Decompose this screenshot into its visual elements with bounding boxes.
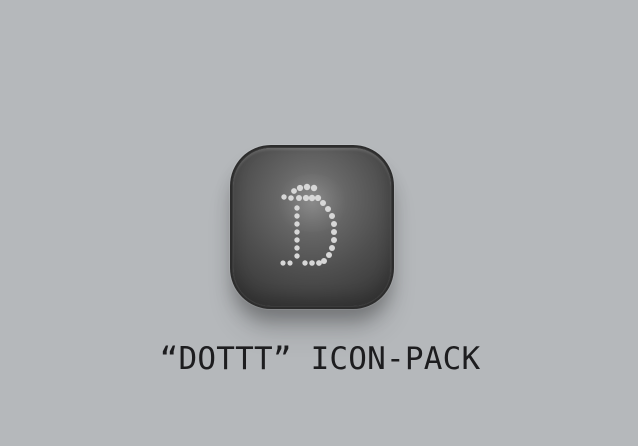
letter-dot — [302, 260, 308, 266]
letter-dot — [329, 213, 335, 219]
letter-dot — [331, 221, 337, 227]
letter-dot — [294, 213, 300, 219]
letter-dot — [320, 200, 326, 206]
letter-dot — [325, 206, 331, 212]
letter-dot — [294, 253, 300, 259]
letter-dot — [287, 260, 293, 266]
letter-dot — [294, 245, 300, 251]
letter-dot — [303, 183, 311, 191]
letter-dot — [294, 237, 300, 243]
letter-dot — [294, 221, 300, 227]
letter-dot — [294, 205, 300, 211]
letter-dot — [326, 252, 332, 258]
letter-dot — [316, 260, 322, 266]
letter-dot — [302, 194, 310, 202]
letter-dot — [280, 260, 286, 266]
icon-pack-caption: “DOTTT” ICON-PACK — [159, 341, 481, 377]
letter-dot — [281, 194, 287, 200]
letter-dot — [310, 184, 318, 192]
letter-dot — [331, 229, 337, 235]
dotted-d-icon — [233, 148, 391, 306]
letter-dot — [294, 229, 300, 235]
letter-dot — [296, 195, 302, 201]
letter-dot — [288, 195, 294, 201]
letter-dot — [291, 188, 297, 194]
dotted-letter-d — [280, 183, 337, 266]
letter-dot — [314, 194, 322, 202]
letter-dot — [296, 184, 304, 192]
letter-dot — [329, 245, 335, 251]
letter-dot — [308, 194, 316, 202]
letter-dot — [309, 260, 315, 266]
promo-canvas: “DOTTT” ICON-PACK — [0, 0, 638, 446]
letter-dot — [331, 237, 337, 243]
letter-dot — [321, 258, 327, 264]
